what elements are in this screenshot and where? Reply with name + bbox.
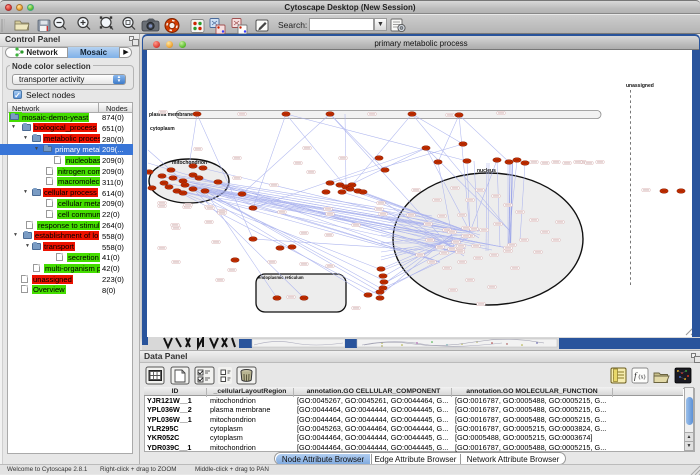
svg-text:(x): (x)	[639, 374, 646, 381]
svg-text:unassigned: unassigned	[626, 83, 654, 89]
svg-text:nucleus: nucleus	[477, 168, 496, 174]
svg-text:cytoplasm: cytoplasm	[150, 126, 175, 132]
svg-text:endoplasmic reticulum: endoplasmic reticulum	[258, 275, 304, 280]
svg-text:plasma membrane: plasma membrane	[149, 112, 193, 118]
